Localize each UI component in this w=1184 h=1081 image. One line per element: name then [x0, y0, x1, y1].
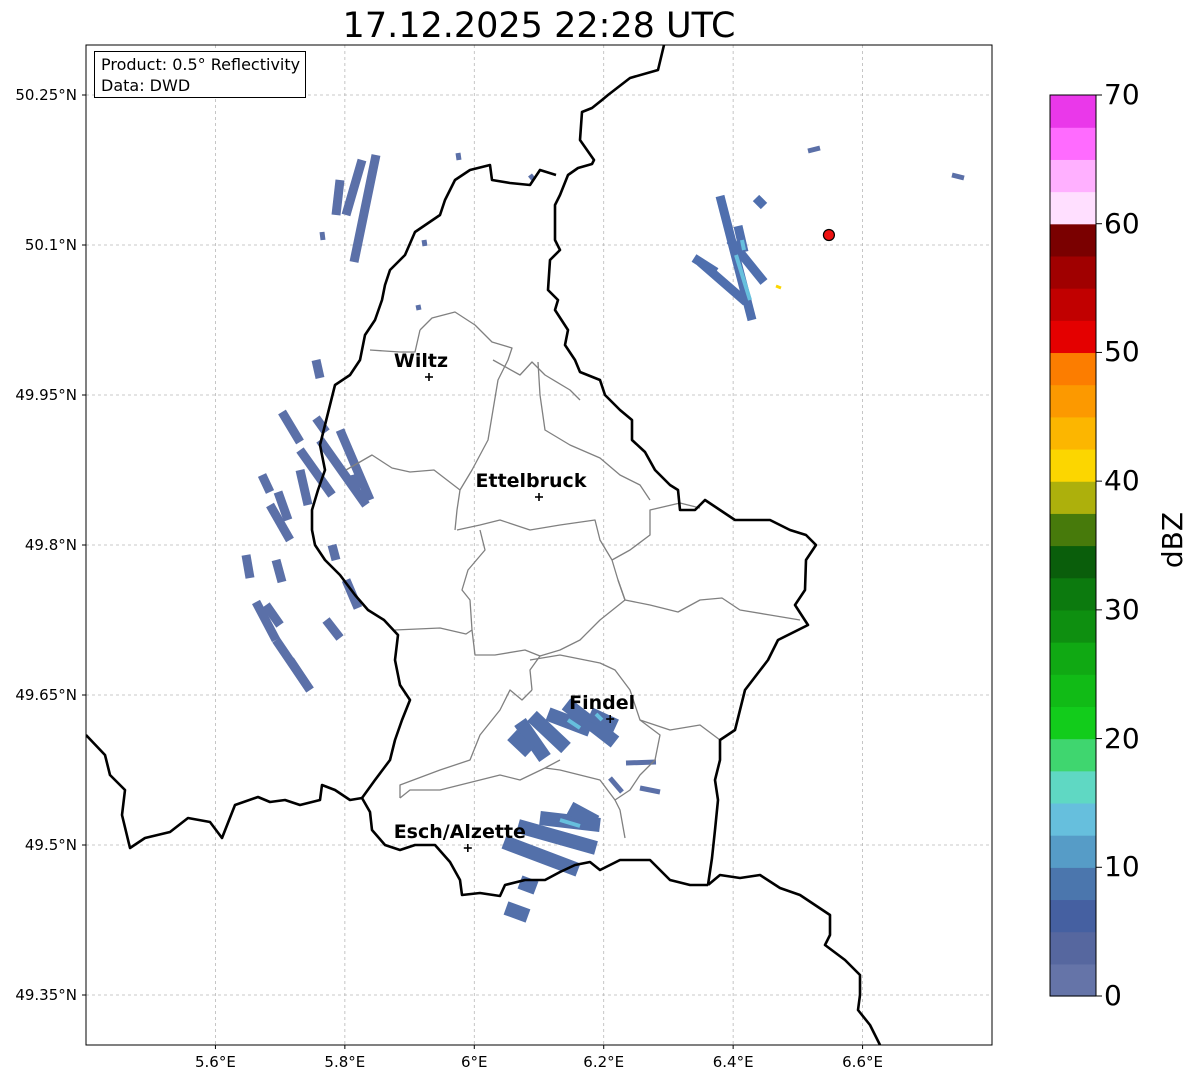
- colorbar-segment: [1050, 545, 1096, 579]
- lon-label: 6.4°E: [712, 1053, 754, 1071]
- colorbar-segment: [1050, 481, 1096, 514]
- colorbar-segment: [1050, 416, 1096, 450]
- lon-label: 5.6°E: [195, 1053, 236, 1071]
- colorbar-segment: [1050, 223, 1096, 257]
- colorbar-segment: [1050, 448, 1096, 482]
- city-label: Esch/Alzette: [394, 821, 526, 843]
- lat-label: 50.1°N: [24, 236, 77, 254]
- colorbar-segment: [1050, 255, 1096, 289]
- colorbar-segment: [1050, 191, 1096, 225]
- colorbar-segment: [1050, 931, 1096, 965]
- colorbar-segment: [1050, 642, 1096, 675]
- colorbar-segment: [1050, 288, 1096, 321]
- city-label: Findel: [569, 692, 635, 714]
- lon-label: 6.2°E: [583, 1053, 625, 1071]
- colorbar-tick-label: 10: [1104, 850, 1140, 884]
- city-label: Ettelbruck: [476, 470, 587, 492]
- colorbar-tick-label: 70: [1104, 78, 1140, 111]
- lat-label: 49.5°N: [24, 836, 77, 854]
- colorbar-segment: [1050, 609, 1096, 643]
- colorbar-segment: [1050, 577, 1096, 611]
- colorbar-segment: [1050, 963, 1096, 997]
- colorbar-segment: [1050, 867, 1096, 901]
- city-label: Wiltz: [394, 350, 448, 372]
- lat-label: 49.65°N: [15, 686, 77, 704]
- colorbar-segment: [1050, 899, 1096, 933]
- lon-label: 6.6°E: [842, 1053, 883, 1071]
- colorbar-segment: [1050, 674, 1096, 707]
- lat-label: 49.35°N: [15, 986, 77, 1004]
- lon-label: 6°E: [461, 1053, 488, 1071]
- colorbar-tick-label: 30: [1104, 592, 1140, 626]
- lat-label: 49.8°N: [24, 536, 77, 554]
- colorbar-segment: [1050, 513, 1096, 547]
- colorbar-segment: [1050, 835, 1096, 868]
- colorbar-tick-label: 20: [1104, 721, 1140, 755]
- lat-label: 49.95°N: [15, 386, 77, 404]
- colorbar-segment: [1050, 738, 1096, 772]
- radar-map: Wiltz Ettelbruck Findel Esch/Alzette: [82, 44, 1102, 1049]
- colorbar-segment: [1050, 384, 1096, 418]
- colorbar: [1050, 95, 1096, 997]
- colorbar-tick-label: 50: [1104, 335, 1140, 369]
- colorbar-segment: [1050, 770, 1096, 804]
- colorbar-segment: [1050, 352, 1096, 386]
- colorbar-segment: [1050, 95, 1096, 128]
- colorbar-segment: [1050, 159, 1096, 193]
- product-label: Product: 0.5° Reflectivity: [101, 55, 301, 74]
- product-info-box: Product: 0.5° Reflectivity Data: DWD: [94, 51, 307, 98]
- colorbar-title: dBZ: [1156, 511, 1184, 569]
- lon-label: 5.8°E: [324, 1053, 366, 1071]
- colorbar-ticks: [1096, 94, 1102, 997]
- colorbar-segment: [1050, 802, 1096, 836]
- colorbar-segment: [1050, 706, 1096, 740]
- colorbar-segment: [1050, 320, 1096, 354]
- lat-label: 50.25°N: [15, 86, 77, 104]
- radar-site-marker: [822, 228, 836, 242]
- echo-high-cell: [775, 284, 782, 290]
- colorbar-segment: [1050, 127, 1096, 160]
- colorbar-tick-label: 0: [1104, 979, 1122, 1012]
- data-source-label: Data: DWD: [101, 76, 191, 95]
- colorbar-tick-label: 60: [1104, 206, 1140, 240]
- colorbar-tick-label: 40: [1104, 464, 1140, 498]
